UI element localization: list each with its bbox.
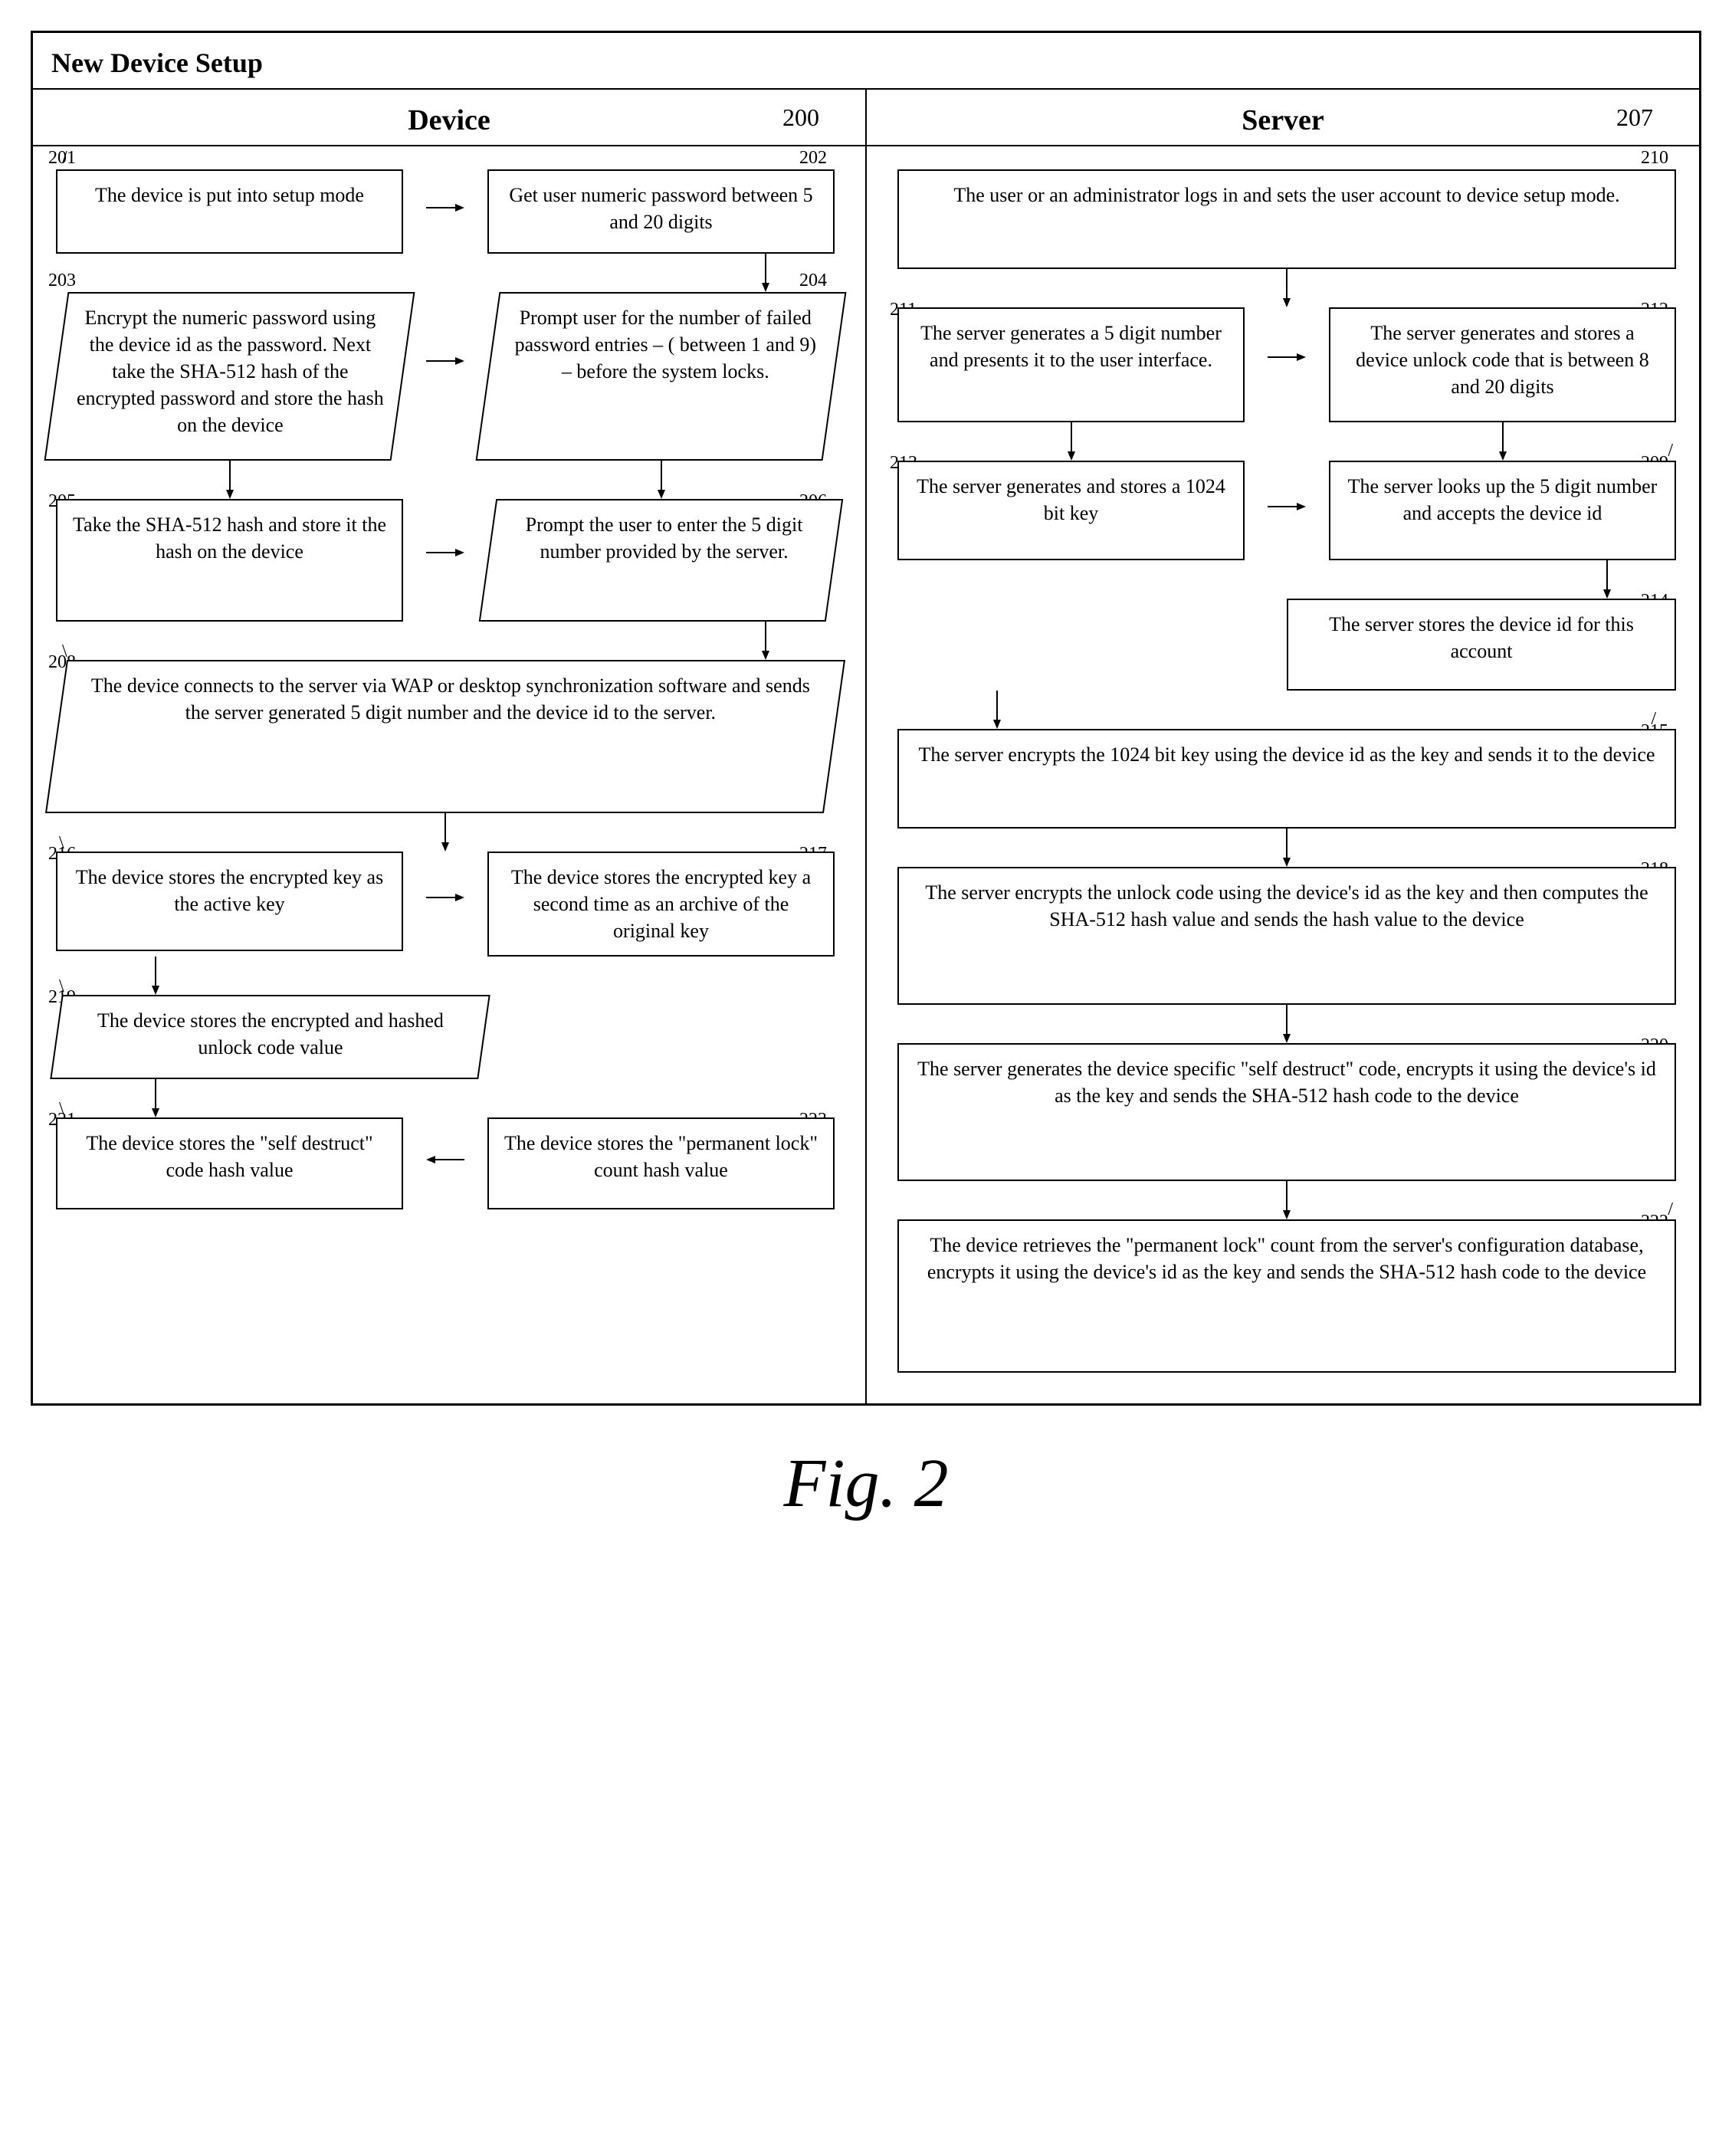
box-203: Encrypt the numeric password using the d…	[44, 292, 415, 461]
node-222-wrap: 222 / The device retrieves the "permanen…	[897, 1219, 1676, 1373]
server-flow: 210 The user or an administrator logs in…	[867, 146, 1699, 1403]
label-204: 204	[799, 271, 827, 291]
box-220: The server generates the device specific…	[897, 1043, 1676, 1181]
row-3: 205 Take the SHA-512 hash and store it t…	[56, 499, 835, 622]
fig-caption: Fig. 2	[31, 1444, 1701, 1523]
node-208-wrap: 208 \ The device connects to the server …	[56, 660, 835, 813]
slash-201: /	[62, 148, 67, 169]
box-218: The server encrypts the unlock code usin…	[897, 867, 1676, 1005]
row-1: 201 / The device is put into setup mode …	[56, 169, 835, 254]
box-202: Get user numeric password between 5 and …	[487, 169, 835, 254]
arrow-216-down	[56, 957, 835, 995]
node-202-wrap: 202 Get user numeric password between 5 …	[487, 169, 835, 254]
node-211-wrap: 211 The server generates a 5 digit numbe…	[897, 307, 1245, 422]
arrow-210-down	[897, 269, 1676, 307]
row-213-209: 213 The server generates and stores a 10…	[897, 461, 1676, 560]
box-212: The server generates and stores a device…	[1329, 307, 1676, 422]
arrow-211-212	[1268, 349, 1306, 365]
page-container: New Device Setup Device 200 Server 207 2…	[31, 31, 1701, 1523]
box-213: The server generates and stores a 1024 b…	[897, 461, 1245, 560]
arrow-202-down	[56, 254, 835, 292]
node-212-wrap: 212 The server generates and stores a de…	[1329, 307, 1676, 422]
node-201-wrap: 201 / The device is put into setup mode	[56, 169, 403, 254]
arrow-204-down	[487, 461, 835, 499]
device-col-header: Device 200	[33, 90, 867, 145]
node-205-wrap: 205 Take the SHA-512 hash and store it t…	[56, 499, 403, 622]
node-221-wrap: 221 \ The device stores the "self destru…	[56, 1117, 403, 1209]
arrow-211-down	[897, 422, 1245, 461]
arrow-220-down	[897, 1181, 1676, 1219]
label-202: 202	[799, 148, 827, 169]
box-216: The device stores the encrypted key as t…	[56, 852, 403, 951]
flow-body: 201 / The device is put into setup mode …	[33, 146, 1699, 1403]
arrow-219-down	[56, 1079, 835, 1117]
columns-header: Device 200 Server 207	[33, 90, 1699, 146]
node-216-wrap: 216 \ The device stores the encrypted ke…	[56, 852, 403, 951]
box-214: The server stores the device id for this…	[1287, 599, 1676, 691]
node-203-wrap: 203 Encrypt the numeric password using t…	[56, 292, 403, 461]
slash-222: /	[1668, 1199, 1673, 1220]
slash-208: \	[62, 642, 67, 662]
row-211-212: 211 The server generates a 5 digit numbe…	[897, 307, 1676, 422]
box-205: Take the SHA-512 hash and store it the h…	[56, 499, 403, 622]
node-217-wrap: 217 The device stores the encrypted key …	[487, 852, 835, 957]
slash-209: /	[1668, 441, 1673, 461]
box-217: The device stores the encrypted key a se…	[487, 852, 835, 957]
arrow-212-down	[1329, 422, 1676, 461]
arrow-209-down	[897, 560, 1676, 599]
arrow-201-202	[426, 200, 464, 215]
node-214-wrap: 214 The server stores the device id for …	[897, 599, 1676, 691]
arrow-203-204	[426, 353, 464, 369]
row-2: 203 Encrypt the numeric password using t…	[56, 292, 835, 461]
node-218-wrap: 218 The server encrypts the unlock code …	[897, 867, 1676, 1005]
box-206: Prompt the user to enter the 5 digit num…	[479, 499, 843, 622]
node-206-wrap: 206 Prompt the user to enter the 5 digit…	[487, 499, 835, 622]
arrow-216-217	[426, 890, 464, 905]
row-221-223: 221 \ The device stores the "self destru…	[56, 1117, 835, 1209]
node-215-wrap: 215 / The server encrypts the 1024 bit k…	[897, 729, 1676, 829]
label-203: 203	[48, 271, 76, 291]
diagram-title: New Device Setup	[33, 33, 1699, 90]
arrow-223-221	[426, 1152, 464, 1167]
box-201: The device is put into setup mode	[56, 169, 403, 254]
arrow-208-down	[56, 813, 835, 852]
box-222: The device retrieves the "permanent lock…	[897, 1219, 1676, 1373]
box-211: The server generates a 5 digit number an…	[897, 307, 1245, 422]
label-210: 210	[1641, 148, 1668, 169]
arrow-205-206	[426, 545, 464, 560]
slash-215: /	[1651, 709, 1656, 730]
node-223-wrap: 223 The device stores the "permanent loc…	[487, 1117, 835, 1209]
box-210: The user or an administrator logs in and…	[897, 169, 1676, 269]
arrow-206-down	[56, 622, 835, 660]
arrow-213-down	[897, 691, 1676, 729]
box-219: The device stores the encrypted and hash…	[50, 995, 490, 1079]
slash-216: \	[59, 833, 64, 854]
arrows-211-212-down	[897, 422, 1676, 461]
box-223: The device stores the "permanent lock" c…	[487, 1117, 835, 1209]
diagram-outer: New Device Setup Device 200 Server 207 2…	[31, 31, 1701, 1406]
node-209-wrap: 209 / The server looks up the 5 digit nu…	[1329, 461, 1676, 560]
box-209: The server looks up the 5 digit number a…	[1329, 461, 1676, 560]
box-204: Prompt user for the number of failed pas…	[476, 292, 847, 461]
node-220-wrap: 220 The server generates the device spec…	[897, 1043, 1676, 1181]
box-221: The device stores the "self destruct" co…	[56, 1117, 403, 1209]
arrows-row2-down	[56, 461, 835, 499]
arrow-203-down	[56, 461, 403, 499]
slash-221: \	[59, 1099, 64, 1120]
node-219-wrap: 219 \ The device stores the encrypted an…	[56, 995, 835, 1079]
node-210-wrap: 210 The user or an administrator logs in…	[897, 169, 1676, 269]
server-col-header: Server 207	[867, 90, 1699, 145]
row-216-217: 216 \ The device stores the encrypted ke…	[56, 852, 835, 957]
arrow-213-209	[1268, 499, 1306, 514]
node-213-wrap: 213 The server generates and stores a 10…	[897, 461, 1245, 560]
node-204-wrap: 204 Prompt user for the number of failed…	[487, 292, 835, 461]
box-208: The device connects to the server via WA…	[45, 660, 845, 813]
arrow-215-down	[897, 829, 1676, 867]
box-215: The server encrypts the 1024 bit key usi…	[897, 729, 1676, 829]
arrow-218-down	[897, 1005, 1676, 1043]
device-flow: 201 / The device is put into setup mode …	[33, 146, 867, 1403]
